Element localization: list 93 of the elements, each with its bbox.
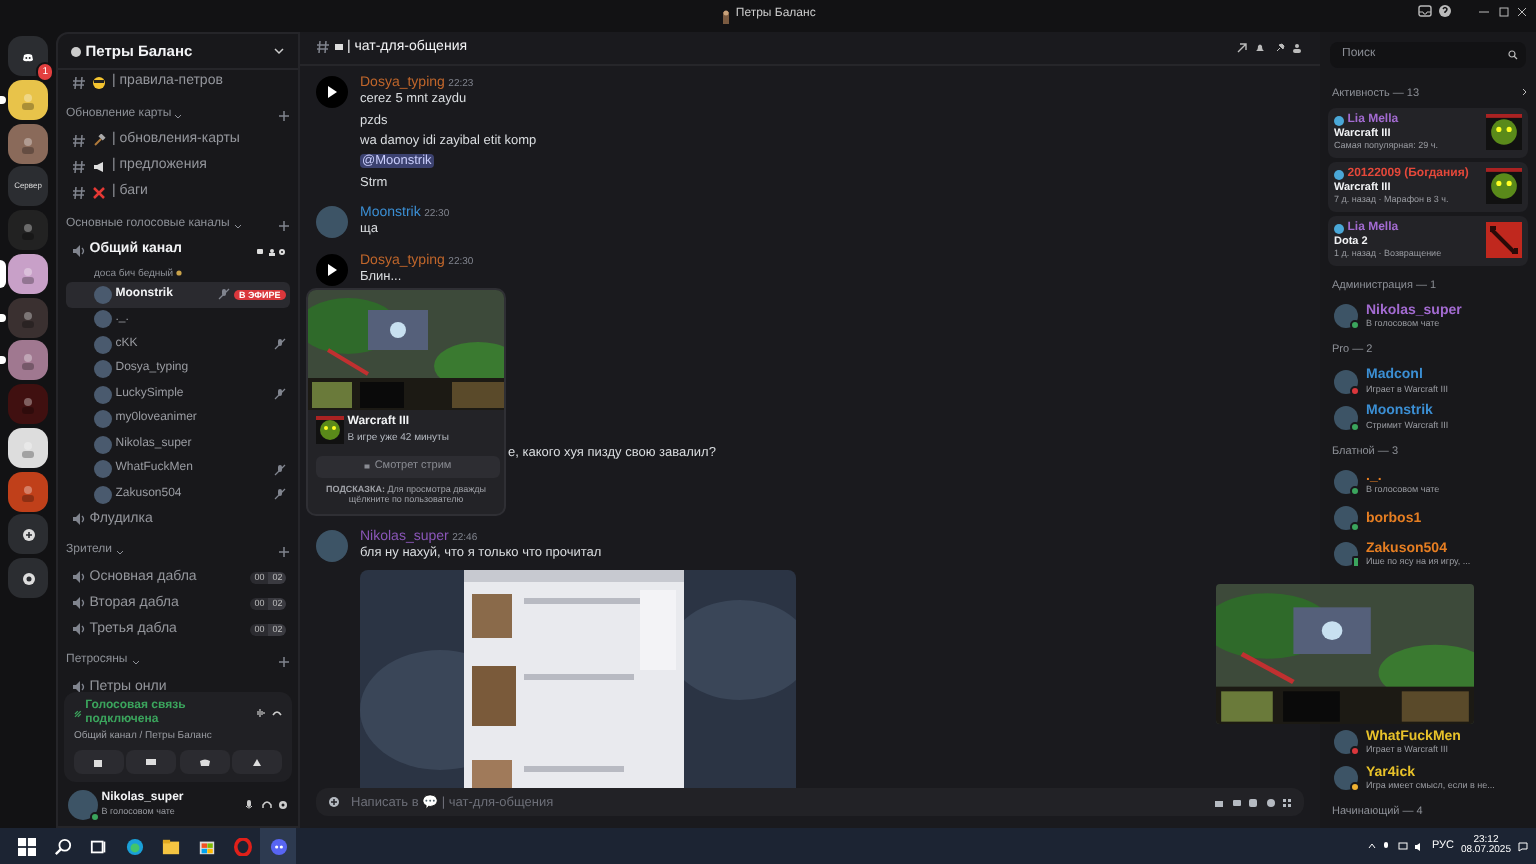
threads-icon[interactable] — [1235, 42, 1247, 54]
speaker-icon — [72, 570, 86, 585]
sunglasses-emoji-icon — [92, 76, 106, 90]
close-icon[interactable] — [1516, 5, 1528, 17]
plus-icon[interactable] — [278, 219, 290, 231]
hash-icon — [72, 134, 86, 148]
chevron-down-icon[interactable] — [272, 44, 286, 58]
bell-icon[interactable] — [1254, 42, 1266, 54]
network-icon[interactable] — [1397, 841, 1408, 851]
effects-button[interactable] — [232, 750, 282, 774]
search-icon — [1508, 50, 1518, 60]
hash-icon — [72, 186, 86, 200]
members-icon[interactable] — [1292, 42, 1304, 54]
megaphone-icon — [92, 160, 106, 174]
minimize-icon[interactable] — [1478, 5, 1490, 17]
volume-icon[interactable] — [1414, 841, 1425, 851]
plus-icon — [21, 527, 35, 542]
speaker-icon — [72, 622, 86, 637]
avatar — [316, 205, 348, 238]
hash-icon — [316, 40, 330, 55]
server-icon[interactable] — [8, 471, 48, 511]
gif-icon[interactable] — [1231, 797, 1241, 807]
screen-share-button[interactable] — [126, 750, 177, 774]
sticker-icon[interactable] — [1248, 797, 1258, 807]
speaker-icon — [72, 680, 86, 692]
speaker-icon — [72, 596, 86, 611]
user-avatar[interactable] — [68, 789, 98, 819]
explore-button[interactable] — [8, 558, 48, 598]
speaker-icon — [72, 512, 86, 527]
avatar — [1334, 730, 1358, 755]
plus-icon[interactable] — [278, 109, 290, 121]
disconnect-icon[interactable] — [272, 708, 282, 719]
chat-icon[interactable] — [255, 247, 264, 255]
avatar — [1334, 223, 1344, 234]
play-icon — [324, 261, 340, 278]
plus-icon[interactable] — [278, 656, 290, 668]
discord-icon — [22, 51, 34, 61]
gift-icon[interactable] — [1214, 797, 1224, 807]
microphone-icon[interactable] — [244, 799, 254, 809]
add-server-button[interactable] — [8, 514, 48, 555]
search-icon — [53, 837, 71, 855]
game-art — [1486, 167, 1522, 204]
avatar — [1334, 169, 1344, 180]
settings-icon[interactable] — [278, 799, 288, 809]
chevron-up-icon[interactable] — [1367, 842, 1376, 850]
game-icon — [316, 416, 344, 444]
people-icon[interactable] — [267, 247, 275, 255]
settings-icon[interactable] — [278, 247, 287, 255]
hash-icon — [72, 76, 86, 90]
pin-icon[interactable] — [1273, 42, 1285, 54]
game-art — [1486, 221, 1522, 258]
cross-icon — [92, 186, 106, 200]
inbox-icon[interactable] — [1417, 4, 1431, 18]
avatar — [1334, 470, 1358, 495]
emoji-icon — [176, 270, 183, 276]
emoji-icon[interactable] — [1265, 797, 1275, 807]
maximize-icon[interactable] — [1497, 5, 1509, 17]
compass-icon — [21, 571, 35, 585]
hash-icon — [72, 160, 86, 174]
server-icon[interactable] — [8, 340, 48, 381]
play-icon — [324, 84, 340, 100]
avatar — [1334, 115, 1344, 126]
server-icon[interactable] — [8, 79, 48, 120]
avatar — [316, 529, 348, 562]
avatar — [1334, 506, 1358, 531]
gamepad-icon — [197, 755, 212, 769]
signal-icon — [74, 709, 82, 718]
activity-button[interactable] — [179, 750, 230, 774]
hammer-icon — [92, 134, 106, 148]
server-icon[interactable] — [8, 427, 48, 468]
avatar — [1334, 304, 1358, 329]
server-icon[interactable] — [8, 253, 48, 294]
server-icon — [70, 45, 82, 57]
notification-icon[interactable] — [1518, 841, 1528, 851]
headphones-icon[interactable] — [261, 799, 271, 809]
add-attachment-icon[interactable] — [328, 796, 340, 808]
avatar — [1334, 369, 1358, 394]
speaker-icon — [72, 243, 86, 258]
soundboard-icon[interactable] — [255, 708, 265, 719]
apps-icon[interactable] — [1282, 797, 1292, 807]
avatar — [1334, 542, 1358, 567]
discord-taskbar-icon[interactable] — [260, 828, 296, 864]
avatar — [1334, 766, 1358, 791]
chat-bubble-icon — [333, 42, 344, 53]
avatar — [1334, 405, 1358, 430]
help-icon[interactable] — [1438, 4, 1452, 18]
plus-icon[interactable] — [278, 546, 290, 558]
task-view-icon — [89, 837, 107, 855]
windows-icon — [17, 837, 35, 855]
camera-icon — [91, 755, 106, 769]
camera-button[interactable] — [74, 750, 124, 774]
server-icon[interactable] — [8, 123, 48, 163]
game-art — [1486, 113, 1522, 150]
